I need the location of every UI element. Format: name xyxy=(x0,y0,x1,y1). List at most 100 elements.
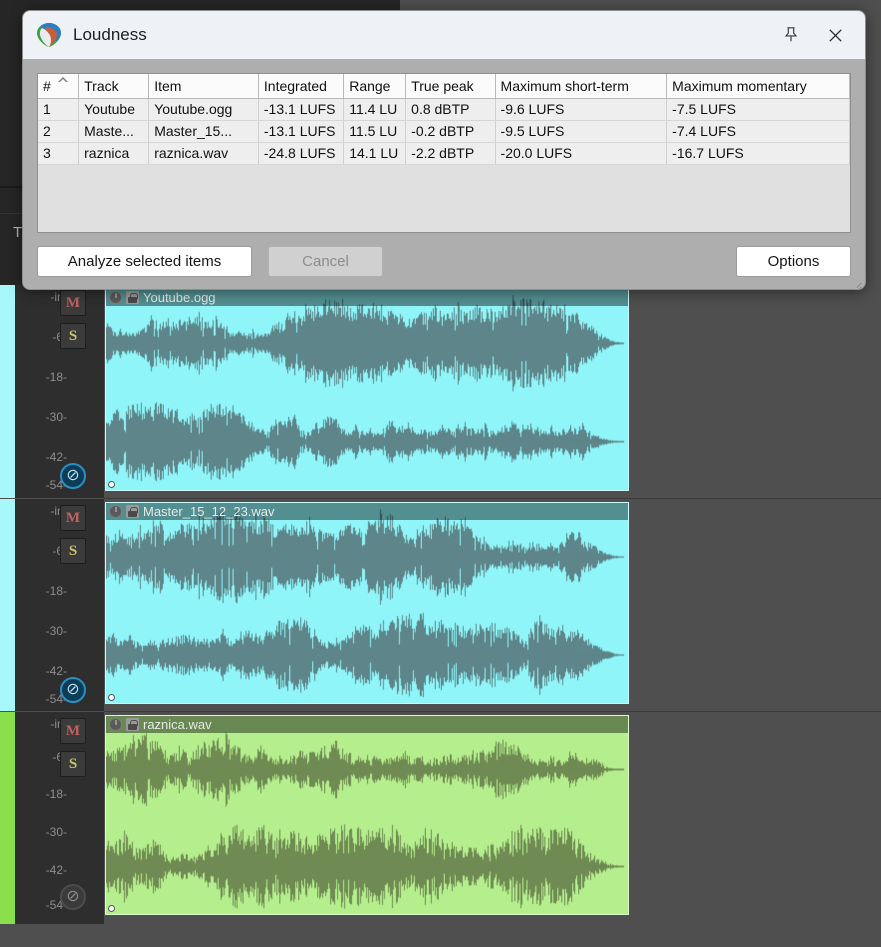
cancel-button: Cancel xyxy=(268,246,383,277)
loudness-dialog[interactable]: Loudness # Track Item Integrated Range T… xyxy=(22,10,866,290)
item-fade-handle[interactable] xyxy=(108,694,115,701)
track-lane[interactable]: Youtube.ogg xyxy=(104,285,881,498)
cell-integrated: -13.1 LUFS xyxy=(258,120,345,143)
mute-button[interactable]: M xyxy=(60,290,86,316)
cell-true-peak: 0.8 dBTP xyxy=(405,98,496,121)
cell-range: 11.4 LU xyxy=(343,98,407,121)
column-header-label: # xyxy=(43,77,51,94)
cell-max-short-term: -9.6 LUFS xyxy=(495,98,668,121)
item-fade-handle[interactable] xyxy=(108,905,115,912)
meter-tick: -42- xyxy=(45,863,67,877)
cell-track: Youtube xyxy=(78,98,150,121)
resize-grip[interactable] xyxy=(850,275,862,289)
item-volume-knob-icon[interactable] xyxy=(109,291,122,304)
item-header[interactable]: Master_15_12_23.wav xyxy=(106,503,628,520)
cell-item: Youtube.ogg xyxy=(148,98,259,121)
item-header[interactable]: Youtube.ogg xyxy=(106,289,628,306)
table-row[interactable]: 1 Youtube Youtube.ogg -13.1 LUFS 11.4 LU 0.8 … xyxy=(38,98,850,121)
column-header-integrated[interactable]: Integrated xyxy=(258,74,345,99)
meter-tick: -30- xyxy=(45,624,67,638)
track-lane[interactable]: Master_15_12_23.wav xyxy=(104,499,881,711)
item-header[interactable]: raznica.wav xyxy=(106,716,628,733)
solo-button[interactable]: S xyxy=(60,751,86,777)
column-header-track[interactable]: Track xyxy=(78,74,150,99)
table-header-row: # Track Item Integrated Range True peak … xyxy=(38,74,850,99)
solo-button[interactable]: S xyxy=(60,538,86,564)
media-item-youtube[interactable]: Youtube.ogg xyxy=(105,288,629,491)
analyze-selected-items-button[interactable]: Analyze selected items xyxy=(37,246,252,277)
cell-num: 3 xyxy=(38,142,80,165)
track-color-strip xyxy=(0,499,15,711)
track-youtube[interactable]: -inf -6- -18- -30- -42- -54- M S ⊘ Youtu… xyxy=(0,285,881,498)
meter-tick: -42- xyxy=(45,664,67,678)
track-raznica[interactable]: -inf -6- -18- -30- -42- -54- M S ⊘ razni… xyxy=(0,712,881,924)
loudness-table[interactable]: # Track Item Integrated Range True peak … xyxy=(38,74,850,165)
item-fade-handle[interactable] xyxy=(108,481,115,488)
dialog-body: # Track Item Integrated Range True peak … xyxy=(23,59,865,289)
cell-item: Master_15... xyxy=(148,120,259,143)
track-lane[interactable]: raznica.wav xyxy=(104,712,881,924)
cell-true-peak: -0.2 dBTP xyxy=(405,120,496,143)
cell-integrated: -24.8 LUFS xyxy=(258,142,345,165)
meter-tick: -42- xyxy=(45,450,67,464)
mute-button[interactable]: M xyxy=(60,718,86,744)
cell-num: 2 xyxy=(38,120,80,143)
item-lock-icon[interactable] xyxy=(126,505,139,518)
dialog-titlebar[interactable]: Loudness xyxy=(23,11,865,59)
cell-true-peak: -2.2 dBTP xyxy=(405,142,496,165)
cell-num: 1 xyxy=(38,98,80,121)
column-header-range[interactable]: Range xyxy=(343,74,407,99)
phase-invert-icon[interactable]: ⊘ xyxy=(60,463,86,489)
dialog-title: Loudness xyxy=(73,25,147,44)
sort-ascending-icon xyxy=(58,77,68,83)
track-control-panel[interactable]: -inf -6- -18- -30- -42- -54- M S ⊘ xyxy=(15,285,104,498)
table-row[interactable]: 3 raznica raznica.wav -24.8 LUFS 14.1 LU -2.2… xyxy=(38,142,850,165)
track-control-panel[interactable]: -inf -6- -18- -30- -42- -54- M S ⊘ xyxy=(15,712,104,924)
phase-invert-icon[interactable]: ⊘ xyxy=(60,884,86,910)
cell-max-short-term: -9.5 LUFS xyxy=(495,120,668,143)
meter-tick: -18- xyxy=(45,370,67,384)
column-header-max-short-term[interactable]: Maximum short-term xyxy=(495,74,668,99)
column-header-max-momentary[interactable]: Maximum momentary xyxy=(666,74,850,99)
item-lock-icon[interactable] xyxy=(126,291,139,304)
meter-tick: -18- xyxy=(45,787,67,801)
meter-tick: -30- xyxy=(45,410,67,424)
cell-item: raznica.wav xyxy=(148,142,259,165)
table-body: 1 Youtube Youtube.ogg -13.1 LUFS 11.4 LU 0.8 … xyxy=(38,98,850,165)
close-icon[interactable] xyxy=(813,13,857,57)
cell-max-momentary: -7.4 LUFS xyxy=(666,120,850,143)
solo-button[interactable]: S xyxy=(60,323,86,349)
waveform xyxy=(106,716,628,914)
track-color-strip xyxy=(0,285,15,498)
track-control-panel[interactable]: -inf -6- -18- -30- -42- -54- M S ⊘ xyxy=(15,499,104,711)
options-button[interactable]: Options xyxy=(736,246,851,277)
phase-invert-icon[interactable]: ⊘ xyxy=(60,677,86,703)
pin-icon[interactable] xyxy=(769,13,813,57)
reaper-arrange-window: T -inf -6- -18- -30- -42- -54- M S ⊘ xyxy=(0,0,881,947)
item-volume-knob-icon[interactable] xyxy=(109,718,122,731)
tcp-partial-label: T xyxy=(13,224,23,241)
mute-button[interactable]: M xyxy=(60,505,86,531)
meter-tick: -30- xyxy=(45,825,67,839)
loudness-results-list[interactable]: # Track Item Integrated Range True peak … xyxy=(37,73,851,233)
cell-max-momentary: -16.7 LUFS xyxy=(666,142,850,165)
media-item-raznica[interactable]: raznica.wav xyxy=(105,715,629,915)
cell-track: Maste... xyxy=(78,120,150,143)
column-header-num[interactable]: # xyxy=(38,74,80,99)
track-color-strip xyxy=(0,712,15,924)
column-header-true-peak[interactable]: True peak xyxy=(405,74,496,99)
item-volume-knob-icon[interactable] xyxy=(109,505,122,518)
cell-range: 11.5 LU xyxy=(343,120,407,143)
cell-track: raznica xyxy=(78,142,150,165)
cell-max-momentary: -7.5 LUFS xyxy=(666,98,850,121)
table-row[interactable]: 2 Maste... Master_15... -13.1 LUFS 11.5 LU -0… xyxy=(38,120,850,143)
item-lock-icon[interactable] xyxy=(126,718,139,731)
media-item-master[interactable]: Master_15_12_23.wav xyxy=(105,502,629,704)
cell-max-short-term: -20.0 LUFS xyxy=(495,142,668,165)
item-name-label: raznica.wav xyxy=(143,717,212,732)
cell-integrated: -13.1 LUFS xyxy=(258,98,345,121)
track-master[interactable]: -inf -6- -18- -30- -42- -54- M S ⊘ Maste… xyxy=(0,499,881,711)
item-name-label: Master_15_12_23.wav xyxy=(143,504,275,519)
column-header-item[interactable]: Item xyxy=(148,74,259,99)
reaper-logo-icon xyxy=(36,22,62,48)
